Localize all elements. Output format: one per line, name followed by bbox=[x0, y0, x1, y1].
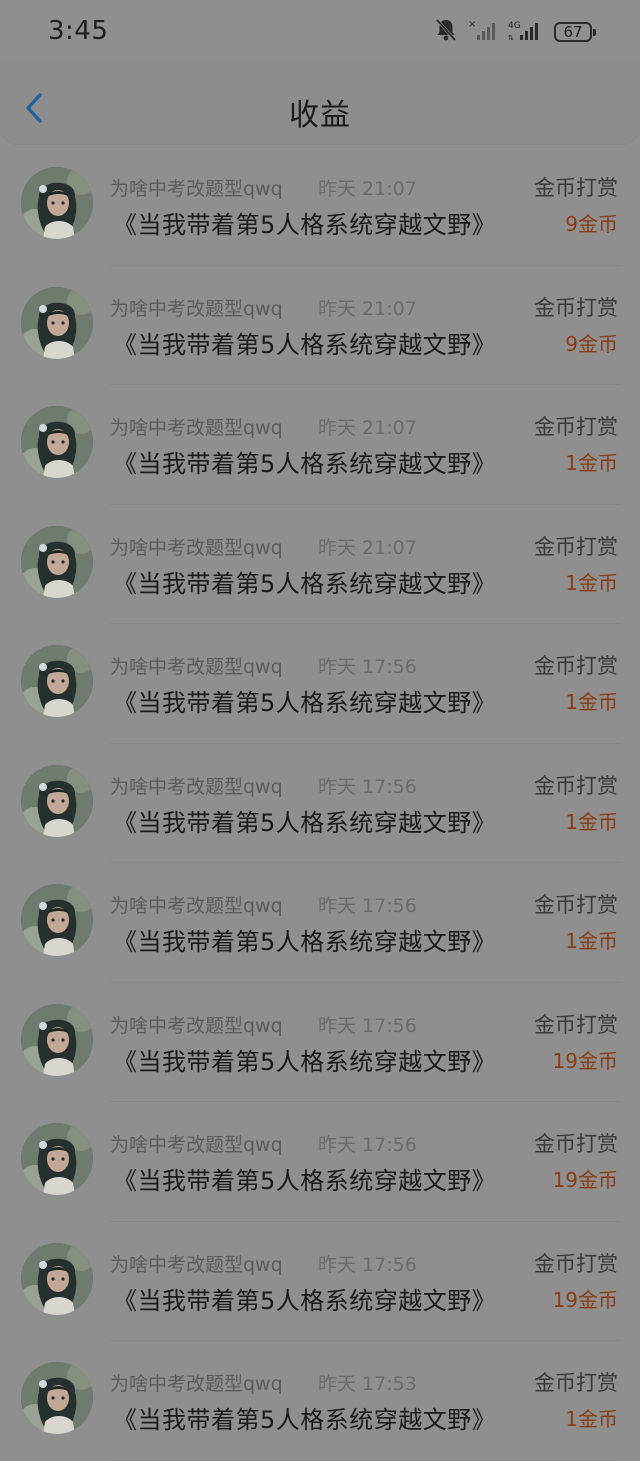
tipper-name[interactable]: 为啥中考改题型qwq bbox=[110, 1250, 283, 1277]
signal-no-service-icon: × bbox=[468, 18, 498, 46]
book-title[interactable]: 《当我带着第5人格系统穿越文野》 bbox=[113, 922, 496, 957]
tip-amount: 1金币 bbox=[565, 690, 618, 714]
page-title: 收益 bbox=[289, 98, 351, 133]
status-time: 3:45 bbox=[48, 16, 109, 46]
tipper-name[interactable]: 为啥中考改题型qwq bbox=[110, 652, 283, 679]
status-icons: × 4G ⇅ 67 bbox=[434, 17, 596, 47]
avatar[interactable] bbox=[21, 286, 93, 359]
status-bar: 3:45 × 4G ⇅ 67 bbox=[0, 0, 640, 62]
book-title[interactable]: 《当我带着第5人格系统穿越文野》 bbox=[113, 444, 496, 479]
tip-time: 昨天 17:56 bbox=[318, 1134, 417, 1156]
tip-amount: 9金币 bbox=[565, 212, 618, 236]
avatar[interactable] bbox=[21, 645, 93, 717]
book-title[interactable]: 《当我带着第5人格系统穿越文野》 bbox=[113, 205, 496, 240]
avatar[interactable] bbox=[21, 764, 93, 837]
tip-type: 金币打赏 bbox=[534, 1371, 618, 1395]
tip-type: 金币打赏 bbox=[534, 1012, 618, 1037]
tip-time: 昨天 21:07 bbox=[318, 536, 417, 559]
avatar[interactable] bbox=[21, 1242, 93, 1315]
tip-amount: 1金币 bbox=[565, 451, 618, 475]
list-item[interactable]: 为啥中考改题型qwq 昨天 17:56 金币打赏《当我带着第5人格系统穿越文野》 19… bbox=[0, 1102, 640, 1222]
network-label: 4G bbox=[508, 21, 521, 31]
list-item[interactable]: 为啥中考改题型qwq 昨天 17:53 金币打赏《当我带着第5人格系统穿越文野》 1金… bbox=[0, 1341, 640, 1461]
book-title[interactable]: 《当我带着第5人格系统穿越文野》 bbox=[113, 1161, 496, 1196]
avatar[interactable] bbox=[21, 406, 93, 478]
tip-amount: 1金币 bbox=[565, 929, 618, 953]
tip-type: 金币打赏 bbox=[534, 773, 618, 798]
tip-amount: 19金币 bbox=[552, 1287, 618, 1312]
list-item[interactable]: 为啥中考改题型qwq 昨天 21:07 金币打赏《当我带着第5人格系统穿越文野》 9金… bbox=[0, 146, 640, 266]
tipper-name[interactable]: 为啥中考改题型qwq bbox=[110, 1130, 283, 1157]
avatar[interactable] bbox=[21, 884, 93, 956]
tipper-name[interactable]: 为啥中考改题型qwq bbox=[110, 891, 283, 918]
list-item[interactable]: 为啥中考改题型qwq 昨天 17:56 金币打赏《当我带着第5人格系统穿越文野》 19… bbox=[0, 983, 640, 1103]
list-item[interactable]: 为啥中考改题型qwq 昨天 21:07 金币打赏《当我带着第5人格系统穿越文野》 9金… bbox=[0, 266, 640, 386]
tip-amount: 19金币 bbox=[552, 1048, 618, 1073]
income-list: 为啥中考改题型qwq 昨天 21:07 金币打赏 《当我带着第5人格系统穿越文野》 9金… bbox=[0, 146, 640, 1461]
tipper-name[interactable]: 为啥中考改题型qwq bbox=[110, 294, 283, 321]
list-item[interactable]: 为啥中考改题型qwq 昨天 21:07 金币打赏《当我带着第5人格系统穿越文野》 1金… bbox=[0, 385, 640, 505]
tip-type: 金币打赏 bbox=[534, 1251, 618, 1276]
list-item[interactable]: 为啥中考改题型qwq 昨天 17:56 金币打赏《当我带着第5人格系统穿越文野》 19… bbox=[0, 1222, 640, 1342]
tip-type: 金币打赏 bbox=[534, 415, 618, 439]
book-title[interactable]: 《当我带着第5人格系统穿越文野》 bbox=[113, 1042, 496, 1077]
tip-time: 昨天 17:56 bbox=[318, 1014, 417, 1037]
tip-amount: 1金币 bbox=[565, 809, 618, 834]
list-item[interactable]: 为啥中考改题型qwq 昨天 17:56 金币打赏《当我带着第5人格系统穿越文野》 1金… bbox=[0, 863, 640, 983]
tip-time: 昨天 17:56 bbox=[318, 1253, 417, 1276]
bell-muted-icon bbox=[434, 17, 458, 47]
list-item[interactable]: 为啥中考改题型qwq 昨天 21:07 金币打赏《当我带着第5人格系统穿越文野》 1金… bbox=[0, 505, 640, 625]
tip-amount: 9金币 bbox=[565, 331, 618, 356]
book-title[interactable]: 《当我带着第5人格系统穿越文野》 bbox=[113, 1400, 496, 1435]
tip-time: 昨天 17:56 bbox=[318, 656, 417, 678]
list-item[interactable]: 为啥中考改题型qwq 昨天 17:56 金币打赏《当我带着第5人格系统穿越文野》 1金… bbox=[0, 624, 640, 744]
tipper-name[interactable]: 为啥中考改题型qwq bbox=[110, 413, 283, 440]
tip-amount: 19金币 bbox=[552, 1168, 618, 1192]
tip-time: 昨天 21:07 bbox=[318, 178, 417, 200]
book-title[interactable]: 《当我带着第5人格系统穿越文野》 bbox=[113, 803, 496, 838]
tip-amount: 1金币 bbox=[565, 1407, 618, 1431]
avatar[interactable] bbox=[21, 167, 93, 239]
tip-type: 金币打赏 bbox=[534, 1132, 618, 1156]
tip-time: 昨天 17:53 bbox=[318, 1373, 417, 1395]
tipper-name[interactable]: 为啥中考改题型qwq bbox=[110, 533, 283, 560]
svg-text:×: × bbox=[468, 19, 476, 30]
tip-type: 金币打赏 bbox=[534, 893, 618, 917]
tip-time: 昨天 17:56 bbox=[318, 775, 417, 798]
book-title[interactable]: 《当我带着第5人格系统穿越文野》 bbox=[113, 325, 496, 360]
avatar[interactable] bbox=[21, 1123, 93, 1195]
tipper-name[interactable]: 为啥中考改题型qwq bbox=[110, 174, 283, 201]
svg-text:⇅: ⇅ bbox=[508, 34, 514, 42]
book-title[interactable]: 《当我带着第5人格系统穿越文野》 bbox=[113, 683, 496, 718]
signal-4g-icon: 4G ⇅ bbox=[508, 18, 544, 46]
tip-type: 金币打赏 bbox=[534, 176, 618, 200]
tipper-name[interactable]: 为啥中考改题型qwq bbox=[110, 1369, 283, 1396]
avatar[interactable] bbox=[21, 525, 93, 598]
tip-type: 金币打赏 bbox=[534, 534, 618, 559]
book-title[interactable]: 《当我带着第5人格系统穿越文野》 bbox=[113, 1281, 496, 1316]
tip-type: 金币打赏 bbox=[534, 295, 618, 320]
book-title[interactable]: 《当我带着第5人格系统穿越文野》 bbox=[113, 564, 496, 599]
tip-time: 昨天 21:07 bbox=[318, 417, 417, 439]
avatar[interactable] bbox=[21, 1362, 93, 1434]
battery-icon: 67 bbox=[554, 22, 596, 42]
header: 收益 bbox=[0, 62, 640, 144]
tip-amount: 1金币 bbox=[565, 570, 618, 595]
tip-type: 金币打赏 bbox=[534, 654, 618, 678]
avatar[interactable] bbox=[21, 1003, 93, 1076]
tip-time: 昨天 17:56 bbox=[318, 895, 417, 917]
list-item[interactable]: 为啥中考改题型qwq 昨天 17:56 金币打赏《当我带着第5人格系统穿越文野》 1金… bbox=[0, 744, 640, 864]
tipper-name[interactable]: 为啥中考改题型qwq bbox=[110, 1011, 283, 1038]
tip-time: 昨天 21:07 bbox=[318, 297, 417, 320]
tipper-name[interactable]: 为啥中考改题型qwq bbox=[110, 772, 283, 799]
